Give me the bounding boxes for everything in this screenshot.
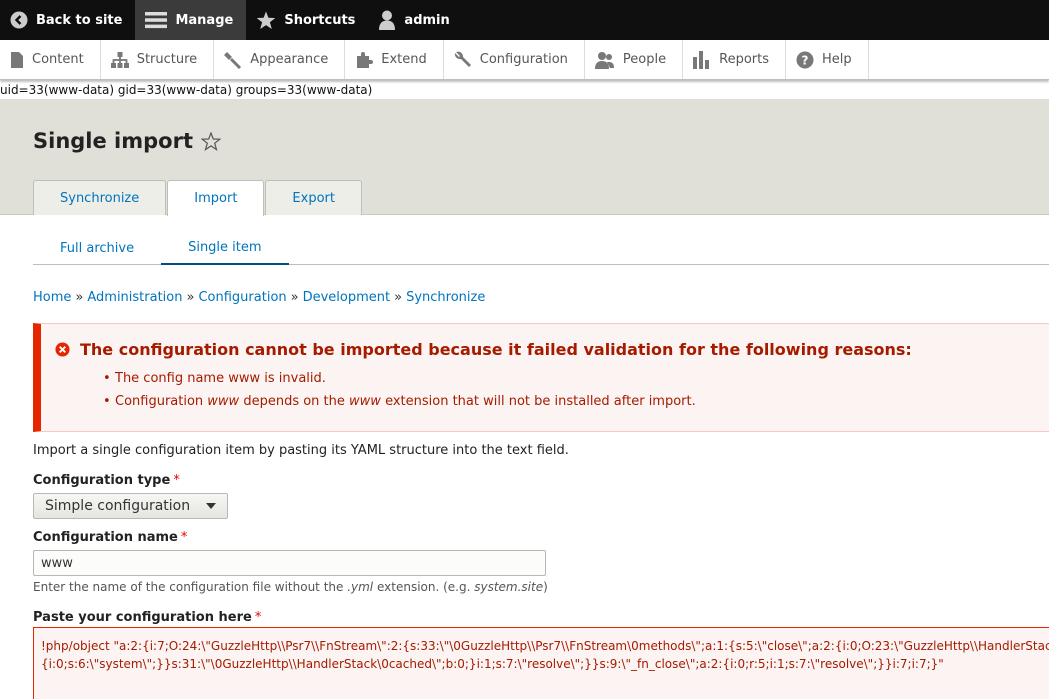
page-title-text: Single import <box>33 129 193 153</box>
back-to-site-label: Back to site <box>36 12 123 28</box>
primary-tabs: Synchronize Import Export <box>33 180 363 216</box>
breadcrumb-development[interactable]: Development <box>303 290 391 305</box>
paste-config-label-text: Paste your configuration here <box>33 610 252 625</box>
tab-import[interactable]: Import <box>167 180 265 216</box>
config-name-description-example: system.site <box>474 580 544 594</box>
breadcrumb-separator: » <box>75 290 84 305</box>
breadcrumb-synchronize[interactable]: Synchronize <box>406 290 485 305</box>
config-type-value: Simple configuration <box>45 498 191 514</box>
config-name-description-text: ) <box>543 580 548 594</box>
config-type-select[interactable]: Simple configuration <box>33 493 228 519</box>
tray-item-appearance[interactable]: Appearance <box>214 40 346 79</box>
config-yaml-textarea[interactable]: !php/object "a:2:{i:7;O:24:\"GuzzleHttp\… <box>33 627 1049 699</box>
page-title: Single import <box>33 129 221 153</box>
file-icon <box>11 51 23 68</box>
user-tab[interactable]: admin <box>368 0 462 40</box>
help-icon: ? <box>796 51 814 68</box>
error-item-text: extension that will not be installed aft… <box>380 394 696 409</box>
user-icon <box>379 10 396 30</box>
people-icon <box>594 51 614 69</box>
shortcuts-tab[interactable]: Shortcuts <box>246 0 368 40</box>
error-item-text: depends on the <box>239 394 350 409</box>
user-label: admin <box>404 12 450 28</box>
wrench-icon <box>454 51 471 67</box>
breadcrumb: Home » Administration » Configuration » … <box>33 290 485 305</box>
puzzle-icon <box>357 51 374 68</box>
error-icon <box>55 342 70 357</box>
tray-item-configuration[interactable]: Configuration <box>444 40 585 79</box>
admin-menu-tray: Content Structure Appearance Extend Conf… <box>0 40 1049 80</box>
tray-item-label: People <box>622 52 667 67</box>
config-name-description: Enter the name of the configuration file… <box>33 580 548 594</box>
paste-config-label: Paste your configuration here * <box>33 610 261 625</box>
error-message: The configuration cannot be imported bec… <box>33 323 1049 432</box>
manage-tab[interactable]: Manage <box>135 0 247 40</box>
breadcrumb-separator: » <box>290 290 299 305</box>
bar-chart-icon <box>693 50 710 69</box>
sitemap-icon <box>110 51 129 68</box>
menu-icon <box>145 12 168 29</box>
injected-output: uid=33(www-data) gid=33(www-data) groups… <box>0 83 373 97</box>
secondary-tabs: Full archive Single item <box>33 231 1049 265</box>
tray-item-label: Configuration <box>479 52 568 67</box>
required-marker: * <box>180 530 188 545</box>
back-arrow-icon <box>10 11 28 29</box>
config-type-label-text: Configuration type <box>33 473 171 488</box>
textarea-line: !php/object "a:2:{i:7;O:24:\"GuzzleHttp\… <box>41 639 1049 653</box>
tray-item-extend[interactable]: Extend <box>345 40 444 79</box>
back-to-site-link[interactable]: Back to site <box>0 0 135 40</box>
tray-item-label: Reports <box>719 52 769 67</box>
config-name-input[interactable]: www <box>33 550 546 576</box>
form-description: Import a single configuration item by pa… <box>33 443 569 458</box>
breadcrumb-separator: » <box>186 290 195 305</box>
star-icon <box>257 11 276 29</box>
required-marker: * <box>173 473 180 488</box>
tray-item-label: Help <box>822 52 852 67</box>
config-type-label: Configuration type * <box>33 473 180 488</box>
config-name-description-text: extension. (e.g. <box>373 580 475 594</box>
page-header: Single import Synchronize Import Export <box>0 99 1049 216</box>
error-item-text: Configuration <box>115 394 208 409</box>
error-item: The config name www is invalid. <box>103 370 696 393</box>
shortcuts-label: Shortcuts <box>284 12 356 28</box>
tray-item-label: Content <box>32 52 84 67</box>
error-title: The configuration cannot be imported bec… <box>55 340 912 359</box>
tab-export[interactable]: Export <box>265 180 362 215</box>
config-name-label: Configuration name * <box>33 530 187 545</box>
subtab-full-archive[interactable]: Full archive <box>33 231 161 265</box>
breadcrumb-administration[interactable]: Administration <box>87 290 182 305</box>
textarea-line: {i:0;s:6:\"system\";}}s:31:\"\0GuzzleHtt… <box>41 657 944 671</box>
tray-item-label: Extend <box>381 52 427 67</box>
breadcrumb-separator: » <box>394 290 403 305</box>
star-outline-icon[interactable] <box>201 131 221 151</box>
error-item-text: The config name www is invalid. <box>115 371 326 386</box>
svg-text:?: ? <box>802 53 809 67</box>
tray-item-reports[interactable]: Reports <box>683 40 786 79</box>
breadcrumb-home[interactable]: Home <box>33 290 71 305</box>
required-marker: * <box>254 610 262 625</box>
tray-item-content[interactable]: Content <box>0 40 101 79</box>
tab-synchronize[interactable]: Synchronize <box>33 180 167 215</box>
error-list: The config name www is invalid. Configur… <box>103 370 696 416</box>
subtab-single-item[interactable]: Single item <box>161 231 289 265</box>
config-name-label-text: Configuration name <box>33 530 178 545</box>
error-item-extension-name: www <box>349 394 381 409</box>
error-item: Configuration www depends on the www ext… <box>103 393 696 416</box>
tray-item-people[interactable]: People <box>585 40 684 79</box>
breadcrumb-configuration[interactable]: Configuration <box>198 290 286 305</box>
manage-label: Manage <box>175 12 234 28</box>
tray-item-label: Appearance <box>250 52 329 67</box>
tray-item-label: Structure <box>136 52 198 67</box>
error-title-text: The configuration cannot be imported bec… <box>80 340 912 359</box>
dropdown-arrow-icon <box>206 503 216 509</box>
config-name-description-extension: .yml <box>347 580 374 594</box>
paintbrush-icon <box>224 51 242 69</box>
admin-toolbar: Back to site Manage Shortcuts admin <box>0 0 1049 40</box>
tray-item-help[interactable]: ? Help <box>786 40 869 79</box>
tray-item-structure[interactable]: Structure <box>101 40 215 79</box>
config-name-description-text: Enter the name of the configuration file… <box>33 580 348 594</box>
error-item-config-name: www <box>207 394 240 409</box>
